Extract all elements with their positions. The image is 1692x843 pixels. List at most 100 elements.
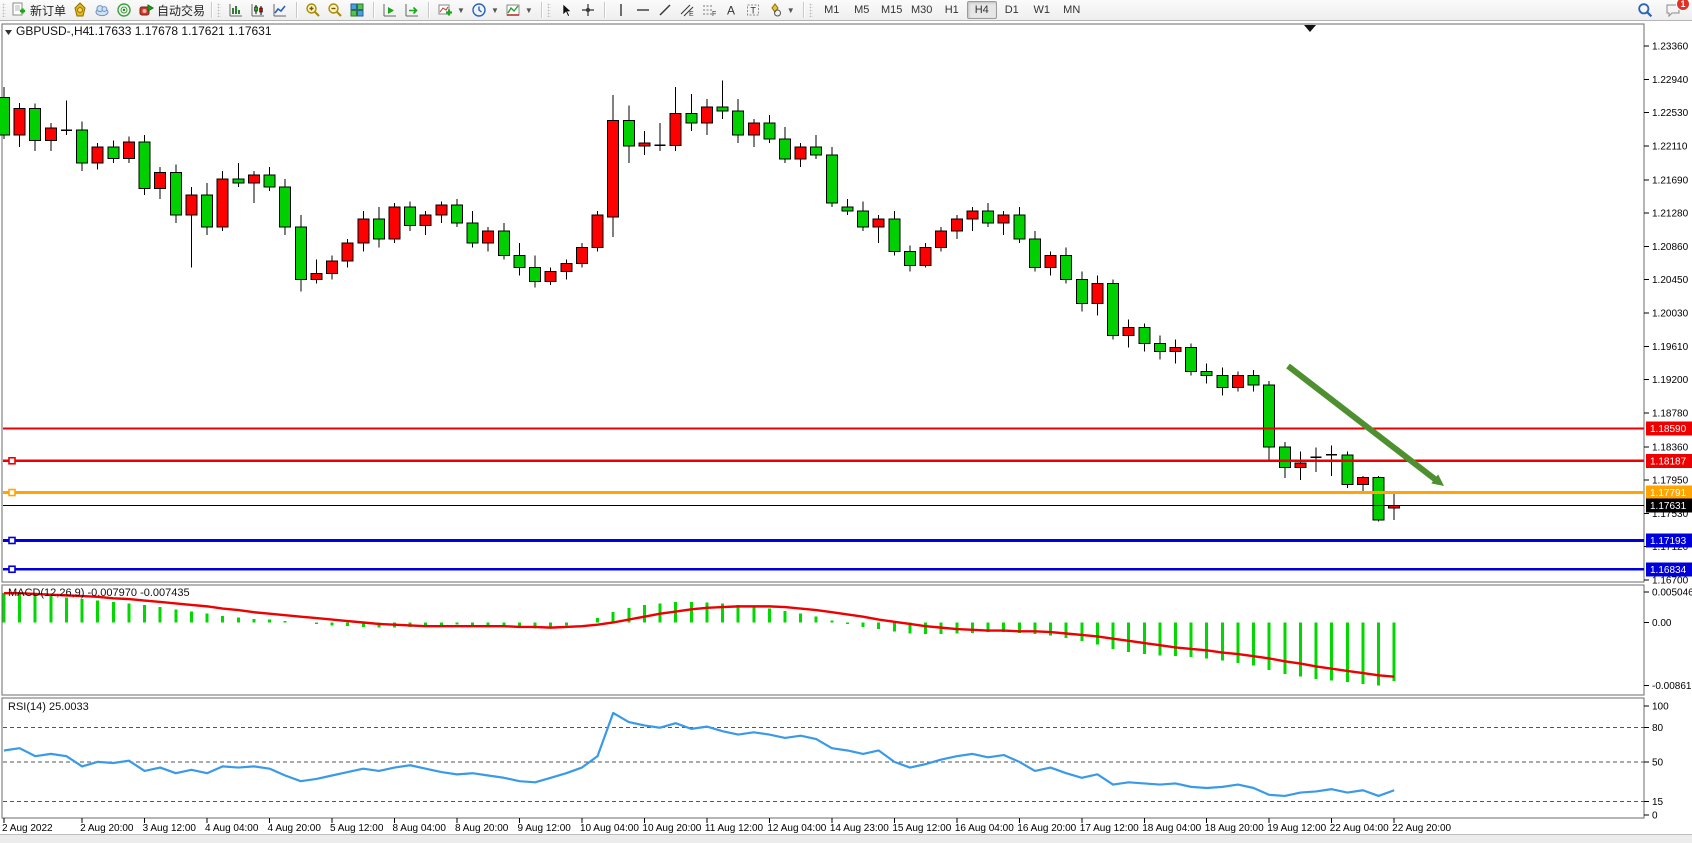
- line-handle[interactable]: [9, 490, 15, 496]
- timeframe-button-m30[interactable]: M30: [907, 1, 937, 19]
- candlestick-button[interactable]: [247, 1, 269, 19]
- candlestick-icon: [250, 2, 266, 18]
- candle: [1232, 376, 1243, 388]
- toolbar-separator: [428, 2, 429, 18]
- timeframe-button-m5[interactable]: M5: [847, 1, 877, 19]
- vline-button[interactable]: [610, 1, 632, 19]
- zoom-in-button[interactable]: [302, 1, 324, 19]
- timeframe-button-w1[interactable]: W1: [1027, 1, 1057, 19]
- timeframe-button-m15[interactable]: M15: [877, 1, 907, 19]
- auto-trading-label: 自动交易: [157, 2, 205, 19]
- price-tick-label: 1.17950: [1652, 475, 1689, 486]
- new-order-button[interactable]: 新订单: [8, 1, 69, 20]
- auto-trading-button[interactable]: 自动交易: [135, 1, 208, 20]
- fibonacci-button[interactable]: F: [698, 1, 720, 19]
- channel-button[interactable]: E: [676, 1, 698, 19]
- candle: [233, 179, 244, 183]
- indicators-button[interactable]: ▼: [434, 1, 468, 19]
- candle: [264, 175, 275, 187]
- line-handle[interactable]: [9, 566, 15, 572]
- radar-button[interactable]: [113, 1, 135, 19]
- period-button[interactable]: ▼: [468, 1, 502, 19]
- timeframe-button-h4[interactable]: H4: [967, 1, 997, 19]
- candle: [1248, 376, 1259, 386]
- candle: [358, 219, 369, 243]
- seal-icon: [72, 2, 88, 18]
- price-tick-label: 1.21690: [1652, 175, 1689, 186]
- cloud-button[interactable]: [91, 1, 113, 19]
- tile-windows-button[interactable]: [346, 1, 368, 19]
- crosshair-icon: [580, 2, 596, 18]
- template-button[interactable]: ▼: [502, 1, 536, 19]
- price-tick-label: 1.19200: [1652, 375, 1689, 386]
- time-tick-label: 8 Aug 20:00: [455, 823, 509, 834]
- chart-title: GBPUSD-,H4: [16, 24, 90, 38]
- timeframe-button-h1[interactable]: H1: [937, 1, 967, 19]
- text-button[interactable]: A: [720, 1, 742, 19]
- hline-button[interactable]: [632, 1, 654, 19]
- candle: [1201, 372, 1212, 376]
- candle: [811, 147, 822, 155]
- search-button[interactable]: [1634, 1, 1656, 19]
- seal-button[interactable]: [69, 1, 91, 19]
- price-tick-label: 1.18780: [1652, 409, 1689, 420]
- toolbar-grip[interactable]: [547, 3, 551, 17]
- rsi-label: RSI(14) 25.0033: [8, 701, 89, 713]
- candle: [967, 211, 978, 219]
- timeframe-button-mn[interactable]: MN: [1057, 1, 1087, 19]
- radar-icon: [116, 2, 132, 18]
- candle: [342, 243, 353, 261]
- timeframe-button-m1[interactable]: M1: [817, 1, 847, 19]
- vline-icon: [613, 2, 629, 18]
- cloud-icon: [94, 2, 110, 18]
- rsi-axis-label: 50: [1652, 757, 1664, 768]
- time-tick-label: 14 Aug 23:00: [830, 823, 889, 834]
- candle: [530, 267, 541, 281]
- candle: [545, 271, 556, 281]
- crosshair-button[interactable]: [577, 1, 599, 19]
- chart-shift-button[interactable]: [401, 1, 423, 19]
- new-order-label: 新订单: [30, 2, 66, 19]
- candle: [280, 187, 291, 227]
- candle: [951, 219, 962, 231]
- shapes-button[interactable]: ▼: [764, 1, 798, 19]
- line-chart-button[interactable]: [269, 1, 291, 19]
- candle: [108, 147, 119, 158]
- candle: [405, 207, 416, 225]
- trendline-button[interactable]: [654, 1, 676, 19]
- timeframe-button-d1[interactable]: D1: [997, 1, 1027, 19]
- label-button[interactable]: T: [742, 1, 764, 19]
- candle: [670, 113, 681, 145]
- price-tick-label: 1.20030: [1652, 308, 1689, 319]
- candle: [873, 219, 884, 227]
- line-handle[interactable]: [9, 458, 15, 464]
- candle: [1342, 455, 1353, 485]
- svg-text:F: F: [712, 11, 716, 18]
- time-tick-label: 4 Aug 20:00: [268, 823, 322, 834]
- time-tick-label: 22 Aug 04:00: [1330, 823, 1389, 834]
- time-tick-label: 12 Aug 04:00: [767, 823, 826, 834]
- main-toolbar: 新订单 自动交易 ▼▼▼ EFAT▼ M1M5M15M30H1H4D1W1MN …: [0, 0, 1692, 21]
- candle: [1029, 239, 1040, 267]
- chevron-down-icon: ▼: [491, 6, 499, 15]
- toolbar-separator: [296, 2, 297, 18]
- bar-chart-button[interactable]: [225, 1, 247, 19]
- candle: [826, 155, 837, 203]
- zoom-in-icon: [305, 2, 321, 18]
- candle: [1076, 279, 1087, 303]
- toolbar-grip[interactable]: [809, 3, 813, 17]
- candle: [576, 247, 587, 263]
- zoom-out-button[interactable]: [324, 1, 346, 19]
- price-tick-label: 1.23360: [1652, 42, 1689, 53]
- line-handle[interactable]: [9, 537, 15, 543]
- time-tick-label: 16 Aug 20:00: [1017, 823, 1076, 834]
- price-tick-label: 1.22530: [1652, 108, 1689, 119]
- indicators-icon: [437, 2, 453, 18]
- notifications-button[interactable]: 1: [1662, 1, 1684, 19]
- cursor-button[interactable]: [555, 1, 577, 19]
- candle: [686, 113, 697, 123]
- auto-scroll-button[interactable]: [379, 1, 401, 19]
- toolbar-grip[interactable]: [2, 3, 6, 17]
- toolbar-grip[interactable]: [217, 3, 221, 17]
- label-icon: T: [745, 2, 761, 18]
